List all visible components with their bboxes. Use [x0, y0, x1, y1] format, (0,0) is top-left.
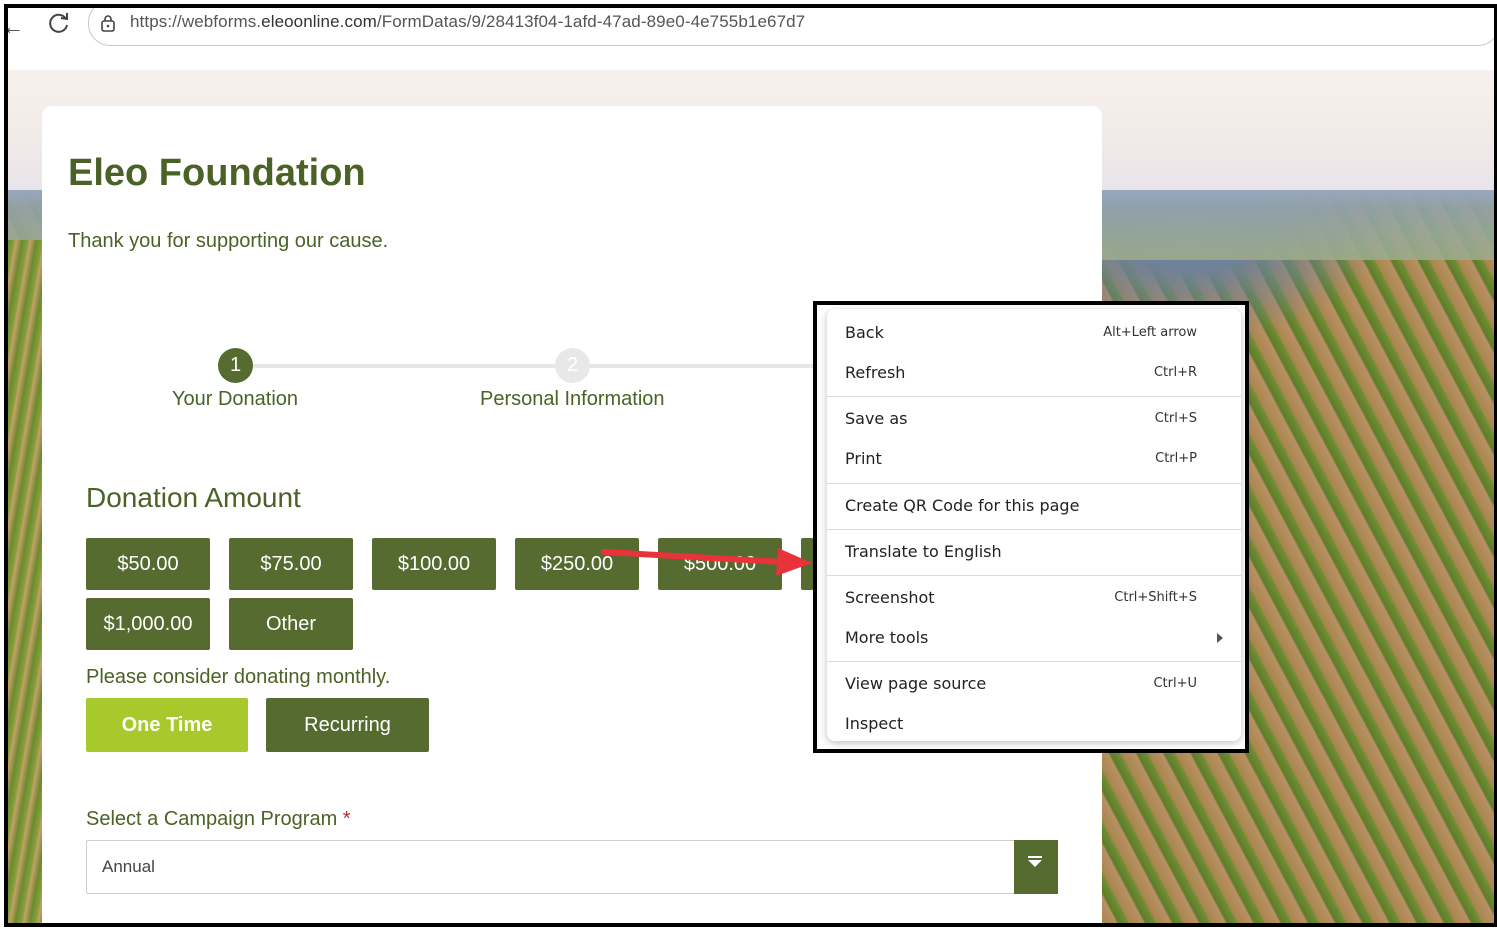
- amount-button-100[interactable]: $100.00: [372, 538, 496, 590]
- menu-item-inspect[interactable]: Inspect: [827, 704, 1241, 744]
- step-1-indicator: 1: [218, 348, 253, 383]
- form-subtitle: Thank you for supporting our cause.: [68, 230, 389, 252]
- amount-button-1000[interactable]: $1,000.00: [86, 598, 210, 650]
- step-2-indicator: 2: [555, 348, 590, 383]
- campaign-label: Select a Campaign Program *: [86, 808, 351, 831]
- reload-icon[interactable]: [46, 10, 72, 36]
- url-prefix: https://webforms.: [130, 12, 262, 31]
- menu-separator: [827, 661, 1241, 662]
- back-arrow-icon[interactable]: ←: [8, 14, 24, 40]
- url-path: /FormDatas/9/28413f04-1afd-47ad-89e0-4e7…: [376, 12, 806, 31]
- step-label-personal-information: Personal Information: [480, 388, 665, 410]
- menu-item-refresh[interactable]: Refresh Ctrl+R: [827, 353, 1241, 393]
- form-title: Eleo Foundation: [68, 152, 366, 194]
- menu-shortcut: Ctrl+Shift+S: [1114, 590, 1197, 605]
- screenshot-frame: ← https://webforms.eleoonline.com/FormDa…: [4, 4, 1497, 927]
- step-label-your-donation: Your Donation: [172, 388, 299, 410]
- menu-label: Print: [845, 449, 882, 468]
- menu-label: Create QR Code for this page: [845, 496, 1080, 515]
- menu-item-more-tools[interactable]: More tools: [827, 618, 1241, 658]
- menu-separator: [827, 575, 1241, 576]
- menu-item-back[interactable]: Back Alt+Left arrow: [827, 313, 1241, 353]
- url-host: eleoonline.com: [261, 12, 377, 31]
- menu-item-create-qr-code[interactable]: Create QR Code for this page: [827, 486, 1241, 526]
- menu-item-translate[interactable]: Translate to English: [827, 532, 1241, 572]
- recurring-button[interactable]: Recurring: [266, 698, 429, 752]
- monthly-prompt: Please consider donating monthly.: [86, 666, 391, 688]
- menu-shortcut: Ctrl+S: [1154, 411, 1197, 426]
- menu-label: More tools: [845, 628, 929, 647]
- menu-separator: [827, 396, 1241, 397]
- amount-button-other[interactable]: Other: [229, 598, 353, 650]
- site-info-icon[interactable]: [100, 14, 116, 32]
- menu-separator: [827, 483, 1241, 484]
- campaign-select-value: Annual: [102, 857, 155, 876]
- chevron-down-icon: [1028, 860, 1042, 867]
- menu-item-view-page-source[interactable]: View page source Ctrl+U: [827, 664, 1241, 704]
- menu-item-print[interactable]: Print Ctrl+P: [827, 439, 1241, 479]
- browser-toolbar: ← https://webforms.eleoonline.com/FormDa…: [8, 8, 1494, 48]
- context-menu: Back Alt+Left arrow Refresh Ctrl+R Save as…: [827, 309, 1241, 741]
- dropdown-bar-icon: [1028, 856, 1042, 858]
- menu-item-save-as[interactable]: Save as Ctrl+S: [827, 399, 1241, 439]
- annotation-arrow-icon: [601, 548, 812, 576]
- donation-amount-heading: Donation Amount: [86, 482, 301, 513]
- select-dropdown-button[interactable]: [1014, 840, 1058, 894]
- amount-button-75[interactable]: $75.00: [229, 538, 353, 590]
- campaign-select[interactable]: Annual: [86, 840, 1058, 894]
- url-text[interactable]: https://webforms.eleoonline.com/FormData…: [130, 12, 805, 32]
- menu-label: Inspect: [845, 714, 904, 733]
- menu-item-screenshot[interactable]: Screenshot Ctrl+Shift+S: [827, 578, 1241, 618]
- context-menu-highlight-frame: Back Alt+Left arrow Refresh Ctrl+R Save as…: [813, 301, 1249, 753]
- menu-label: Screenshot: [845, 588, 935, 607]
- menu-separator: [827, 529, 1241, 530]
- menu-label: Back: [845, 323, 884, 342]
- menu-label: Translate to English: [845, 542, 1002, 561]
- menu-label: Save as: [845, 409, 908, 428]
- submenu-arrow-icon: [1217, 633, 1223, 643]
- vineyard-background: Eleo Foundation Thank you for supporting…: [8, 70, 1494, 923]
- menu-shortcut: Ctrl+U: [1153, 676, 1197, 691]
- menu-shortcut: Ctrl+P: [1155, 451, 1197, 466]
- menu-shortcut: Ctrl+R: [1153, 365, 1197, 380]
- required-asterisk: *: [342, 808, 351, 830]
- amount-button-50[interactable]: $50.00: [86, 538, 210, 590]
- campaign-label-text: Select a Campaign Program: [86, 808, 338, 830]
- one-time-button[interactable]: One Time: [86, 698, 248, 752]
- menu-label: View page source: [845, 674, 987, 693]
- menu-label: Refresh: [845, 363, 906, 382]
- menu-shortcut: Alt+Left arrow: [1103, 325, 1197, 340]
